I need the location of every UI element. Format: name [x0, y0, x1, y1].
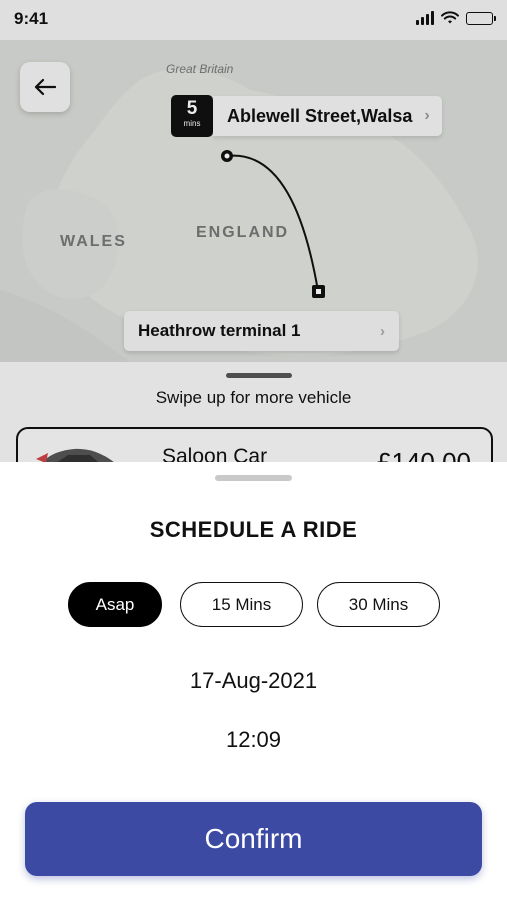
confirm-button[interactable]: Confirm [25, 802, 482, 876]
sheet-title: SCHEDULE A RIDE [149, 517, 358, 542]
time-picker[interactable]: 12:09 [0, 727, 507, 753]
option-30-mins[interactable]: 30 Mins [317, 582, 440, 627]
date-picker[interactable]: 17-Aug-2021 [0, 668, 507, 694]
option-asap[interactable]: Asap [68, 582, 162, 627]
dim-overlay[interactable] [0, 0, 507, 462]
option-15-mins[interactable]: 15 Mins [180, 582, 303, 627]
schedule-sheet: SCHEDULE A RIDE Asap 15 Mins 30 Mins 17-… [0, 462, 507, 900]
sheet-handle[interactable] [215, 475, 292, 481]
